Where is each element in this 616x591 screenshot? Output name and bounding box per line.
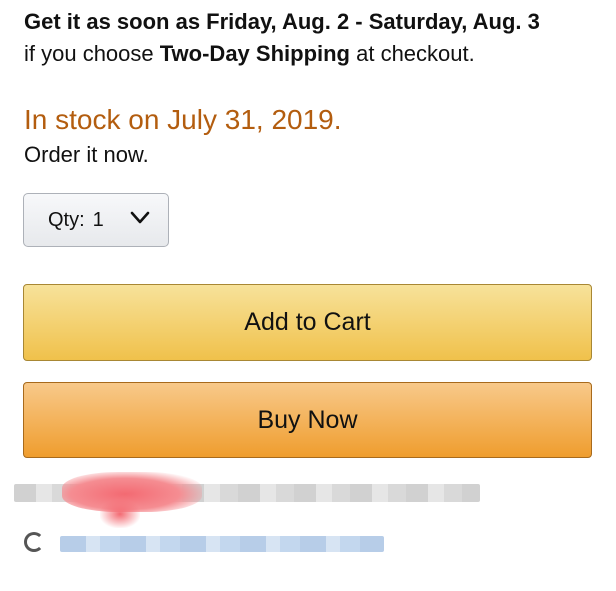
quantity-value: 1 bbox=[92, 208, 104, 231]
delivery-estimate: Get it as soon as Friday, Aug. 2 - Satur… bbox=[24, 6, 604, 70]
add-to-cart-label: Add to Cart bbox=[244, 308, 371, 336]
shipping-suffix: at checkout. bbox=[350, 41, 475, 66]
order-note: Order it now. bbox=[24, 142, 149, 167]
add-to-cart-button[interactable]: Add to Cart bbox=[23, 284, 592, 361]
stock-status: In stock on July 31, 2019. bbox=[24, 104, 342, 135]
delivery-date-text: Get it as soon as Friday, Aug. 2 - Satur… bbox=[24, 9, 540, 34]
cutoff-text bbox=[24, 578, 224, 591]
shipping-prefix: if you choose bbox=[24, 41, 160, 66]
delivery-date-line: Get it as soon as Friday, Aug. 2 - Satur… bbox=[24, 6, 604, 38]
shipping-option-line: if you choose Two-Day Shipping at checko… bbox=[24, 38, 604, 70]
buy-now-label: Buy Now bbox=[257, 405, 358, 434]
radio-icon[interactable] bbox=[24, 532, 44, 552]
quantity-label: Qty: bbox=[48, 208, 85, 231]
obscured-mark-tail bbox=[100, 500, 140, 528]
obscured-link[interactable] bbox=[60, 536, 384, 552]
buy-now-button[interactable]: Buy Now bbox=[23, 382, 592, 458]
chevron-down-icon bbox=[130, 211, 150, 224]
shipping-method: Two-Day Shipping bbox=[159, 41, 350, 66]
quantity-dropdown[interactable]: Qty: 1 bbox=[23, 193, 169, 247]
